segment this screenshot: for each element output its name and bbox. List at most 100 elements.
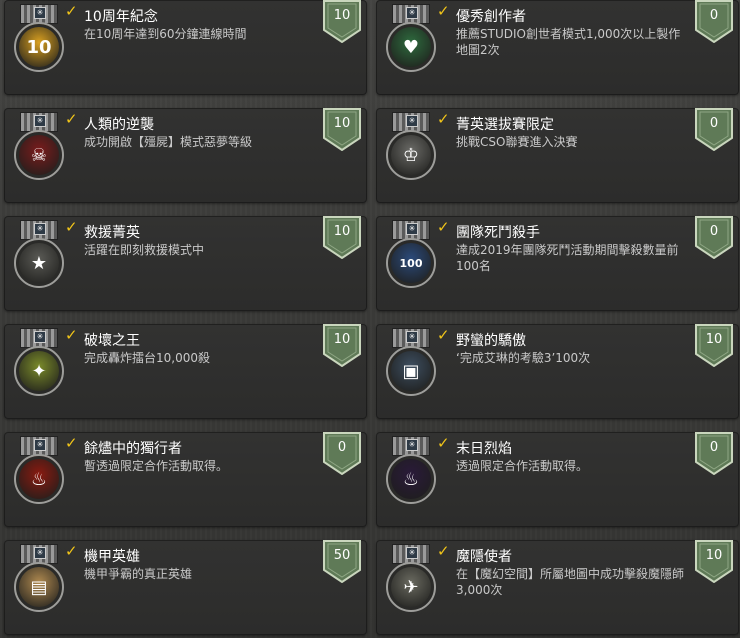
achievement-title: 魔隱使者 bbox=[456, 549, 512, 565]
points-value: 0 bbox=[709, 224, 719, 239]
achievement-description: 機甲爭霸的真正英雄 bbox=[84, 567, 193, 581]
achievement-title: 餘燼中的獨行者 bbox=[84, 441, 182, 457]
achievement-title: 野蠻的驕傲 bbox=[456, 333, 526, 349]
points-shield-icon: 10 bbox=[322, 108, 362, 151]
achievement-card[interactable]: ✳ ▣ ✓ 野蠻的驕傲 ‘完成艾琳的考驗3’100次 10 bbox=[376, 324, 739, 419]
achievement-title: 破壞之王 bbox=[84, 333, 140, 349]
trophy-gear-icon: ♔ bbox=[386, 130, 436, 180]
achievement-card[interactable]: ✳ ☠ ✓ 人類的逆襲成功開啟【殭屍】模式惡夢等級 10 bbox=[4, 108, 367, 203]
badge-glyph: ♥ bbox=[402, 36, 420, 58]
achievement-card[interactable]: ✳ ★ ✓ 救援菁英 活躍在即刻救援模式中 10 bbox=[4, 216, 367, 311]
clasp-icon: ✳ bbox=[406, 547, 418, 559]
ribbon-icon: ✳ bbox=[392, 112, 430, 132]
points-shield-icon: 10 bbox=[322, 216, 362, 259]
ribbon-icon: ✳ bbox=[392, 220, 430, 240]
clasp-icon: ✳ bbox=[34, 547, 46, 559]
clasp-icon: ✳ bbox=[406, 223, 418, 235]
badge-glyph: ★ bbox=[30, 252, 48, 274]
completed-check-icon: ✓ bbox=[437, 326, 450, 344]
skull-icon: ☠ bbox=[14, 130, 64, 180]
achievement-card[interactable]: ✳ 100 ✓ 團隊死鬥殺手 達成2019年團隊死鬥活動期間擊殺數量前100名 0 bbox=[376, 216, 739, 311]
achievement-description: 在【魔幻空間】所屬地圖中成功擊殺魔隱師3,000次 bbox=[456, 567, 685, 597]
badge-glyph: ▤ bbox=[30, 576, 48, 598]
rescue-star-icon: ★ bbox=[14, 238, 64, 288]
achievement-title: 人類的逆襲 bbox=[84, 117, 154, 133]
eagle-icon: ✈ bbox=[386, 562, 436, 612]
points-value: 0 bbox=[709, 116, 719, 131]
badge-glyph: ✦ bbox=[31, 360, 47, 382]
achievement-description: 成功開啟【殭屍】模式惡夢等級 bbox=[84, 135, 253, 149]
clasp-icon: ✳ bbox=[34, 331, 46, 343]
medal: ✳ 100 bbox=[386, 220, 436, 302]
achievement-card[interactable]: ✳ ▤ ✓ 機甲英雄 機甲爭霸的真正英雄 50 bbox=[4, 540, 367, 635]
badge-glyph: 100 bbox=[399, 256, 423, 270]
achievement-description: 達成2019年團隊死鬥活動期間擊殺數量前100名 bbox=[456, 243, 679, 273]
points-shield-icon: 0 bbox=[694, 108, 734, 151]
badge-glyph: 10 bbox=[26, 36, 52, 58]
achievement-description: ‘完成艾琳的考驗3’100次 bbox=[456, 351, 591, 365]
achievement-title: 機甲英雄 bbox=[84, 549, 140, 565]
achievement-title: 救援菁英 bbox=[84, 225, 140, 241]
ribbon-icon: ✳ bbox=[20, 544, 58, 564]
achievement-card[interactable]: ✳ ♨ ✓ 末日烈焰 透過限定合作活動取得。 0 bbox=[376, 432, 739, 527]
achievement-card[interactable]: ✳ ♥ ✓ 優秀創作者 推薦STUDIO創世者模式1,000次以上製作地圖2次 0 bbox=[376, 0, 739, 95]
badge-glyph: ♨ bbox=[402, 468, 420, 490]
points-value: 10 bbox=[333, 8, 351, 23]
clasp-icon: ✳ bbox=[406, 331, 418, 343]
medal: ✳ ♨ bbox=[386, 436, 436, 518]
achievement-card[interactable]: ✳ ♔ ✓ 菁英選拔賽限定 挑戰CSO聯賽進入決賽 0 bbox=[376, 108, 739, 203]
completed-check-icon: ✓ bbox=[65, 2, 78, 20]
ribbon-icon: ✳ bbox=[20, 220, 58, 240]
medal: ✳ ✦ bbox=[14, 328, 64, 410]
crossed-swords-icon: 100 bbox=[386, 238, 436, 288]
achievement-description: 推薦STUDIO創世者模式1,000次以上製作地圖2次 bbox=[456, 27, 681, 57]
ribbon-icon: ✳ bbox=[392, 436, 430, 456]
clasp-icon: ✳ bbox=[34, 7, 46, 19]
achievement-description: 完成轟炸擂台10,000殺 bbox=[84, 351, 210, 365]
points-shield-icon: 10 bbox=[694, 540, 734, 583]
flame-chalice-icon: ♨ bbox=[14, 454, 64, 504]
achievement-card[interactable]: ✳ ♨ ✓ 餘燼中的獨行者 暫透過限定合作活動取得。 0 bbox=[4, 432, 367, 527]
clasp-icon: ✳ bbox=[34, 439, 46, 451]
ribbon-icon: ✳ bbox=[20, 4, 58, 24]
achievement-card[interactable]: ✳ ✈ ✓ 魔隱使者 在【魔幻空間】所屬地圖中成功擊殺魔隱師3,000次 10 bbox=[376, 540, 739, 635]
points-shield-icon: 0 bbox=[694, 216, 734, 259]
badge-glyph: ▣ bbox=[402, 360, 420, 382]
points-value: 0 bbox=[709, 8, 719, 23]
completed-check-icon: ✓ bbox=[65, 110, 78, 128]
completed-check-icon: ✓ bbox=[65, 434, 78, 452]
completed-check-icon: ✓ bbox=[65, 326, 78, 344]
achievement-description: 透過限定合作活動取得。 bbox=[456, 459, 589, 473]
ribbon-icon: ✳ bbox=[392, 544, 430, 564]
achievement-description: 暫透過限定合作活動取得。 bbox=[84, 459, 229, 473]
achievement-description: 在10周年達到60分鐘連線時間 bbox=[84, 27, 247, 41]
medal: ✳ ✈ bbox=[386, 544, 436, 626]
monitor-icon: ▣ bbox=[386, 346, 436, 396]
rocket-launcher-icon: ✦ bbox=[14, 346, 64, 396]
badge-glyph: ☠ bbox=[30, 144, 48, 166]
clasp-icon: ✳ bbox=[406, 439, 418, 451]
completed-check-icon: ✓ bbox=[437, 218, 450, 236]
medal: ✳ 10 bbox=[14, 4, 64, 86]
achievement-description: 挑戰CSO聯賽進入決賽 bbox=[456, 135, 578, 149]
achievement-card[interactable]: ✳ 10 ✓ 10周年紀念 在10周年達到60分鐘連線時間 10 bbox=[4, 0, 367, 95]
completed-check-icon: ✓ bbox=[437, 542, 450, 560]
badge-glyph: ♔ bbox=[402, 144, 420, 166]
points-value: 50 bbox=[333, 548, 351, 563]
badge-glyph: ✈ bbox=[403, 576, 419, 598]
medal: ✳ ☠ bbox=[14, 112, 64, 194]
completed-check-icon: ✓ bbox=[437, 2, 450, 20]
points-value: 10 bbox=[333, 332, 351, 347]
achievement-card[interactable]: ✳ ✦ ✓ 破壞之王 完成轟炸擂台10,000殺 10 bbox=[4, 324, 367, 419]
points-shield-icon: 50 bbox=[322, 540, 362, 583]
ribbon-icon: ✳ bbox=[20, 328, 58, 348]
points-value: 10 bbox=[705, 548, 723, 563]
points-value: 10 bbox=[333, 116, 351, 131]
completed-check-icon: ✓ bbox=[437, 110, 450, 128]
medal: ✳ ♔ bbox=[386, 112, 436, 194]
mech-hero-icon: ▤ bbox=[14, 562, 64, 612]
ribbon-icon: ✳ bbox=[392, 4, 430, 24]
clasp-icon: ✳ bbox=[406, 115, 418, 127]
clasp-icon: ✳ bbox=[406, 7, 418, 19]
purple-flame-icon: ♨ bbox=[386, 454, 436, 504]
